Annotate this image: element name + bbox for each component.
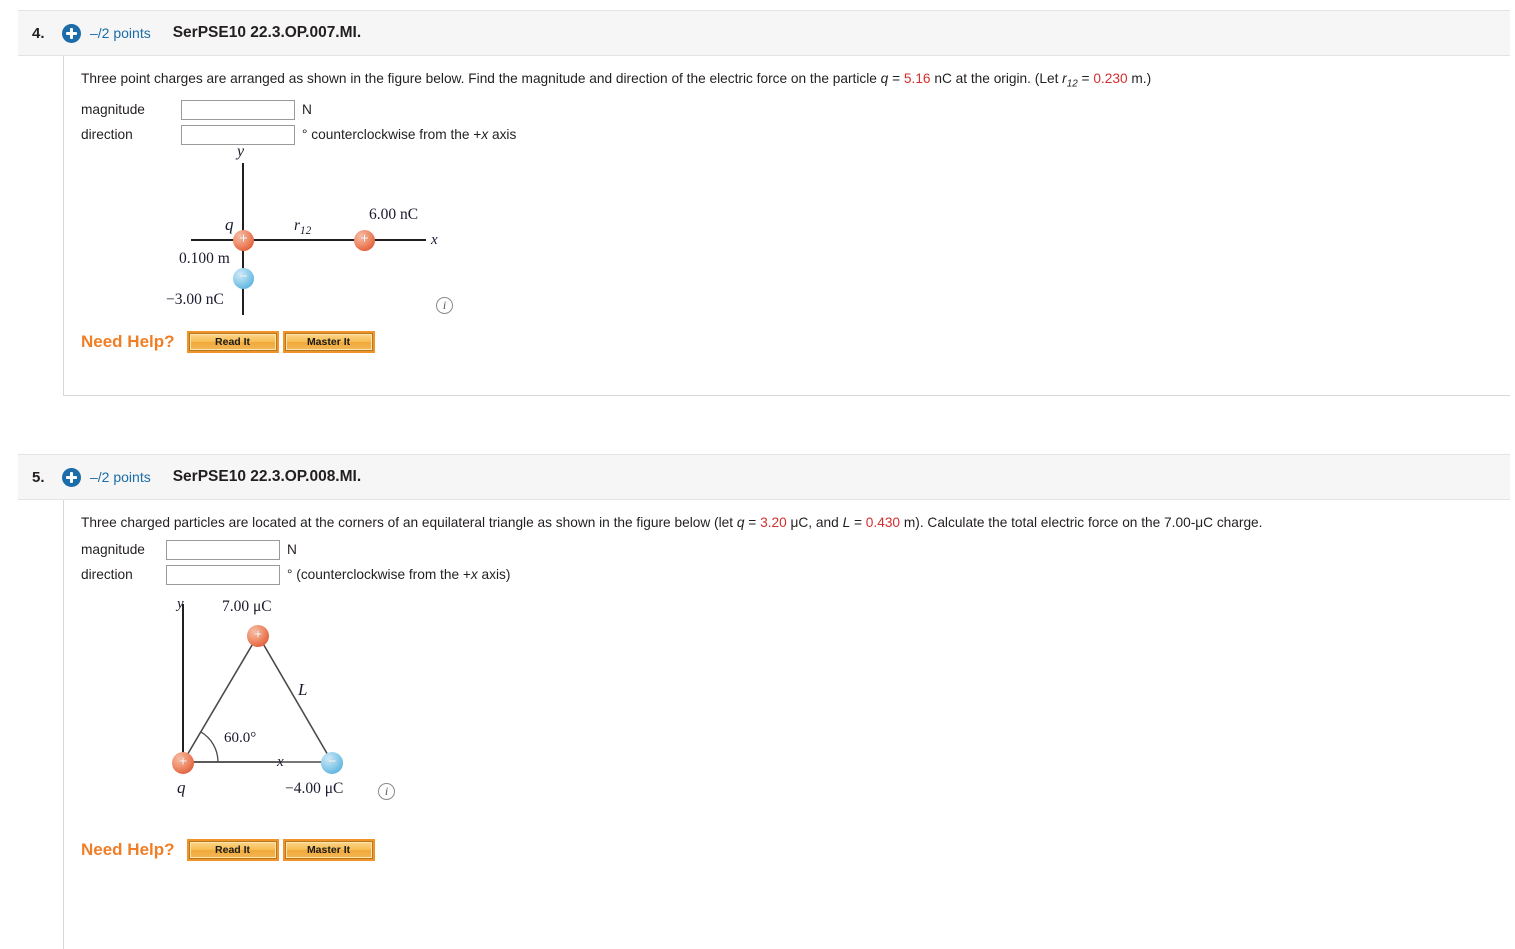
problem-5-need-help: Need Help? Read It Master It (81, 838, 1510, 861)
direction-row: direction ° (counterclockwise from the +… (81, 564, 1510, 585)
prompt-text-part1: Three point charges are arranged as show… (81, 71, 881, 86)
problem-5-answer-rows: magnitude N direction ° (counterclockwis… (81, 539, 1510, 585)
master-it-button[interactable]: Master It (282, 838, 375, 861)
bottom-left-charge-label: q (177, 777, 186, 797)
bottom-left-charge-sign: + (178, 753, 188, 770)
prompt-q-value: 5.16 (903, 71, 931, 86)
problem-4-prompt: Three point charges are arranged as show… (81, 70, 1510, 92)
direction-label: direction (81, 567, 133, 583)
info-icon[interactable]: i (378, 782, 395, 800)
bottom-left-charge: + (172, 751, 194, 774)
problem-5-points: –/2 points (90, 469, 151, 485)
x-axis-label: x (431, 231, 438, 248)
problem-4-figure: y x q 6.00 nC −3.00 nC 0.100 m r12 + + −… (81, 143, 1510, 330)
bottom-right-charge: − (321, 751, 343, 774)
prompt-L-value: 0.430 (865, 515, 901, 530)
below-charge: − (233, 267, 254, 289)
prompt-eq1: = (888, 71, 904, 86)
magnitude-input[interactable] (166, 539, 280, 560)
top-charge-label: 7.00 μC (222, 597, 272, 615)
prompt-var-r-sub: 12 (1066, 78, 1078, 90)
problem-5-header: 5. –/2 points SerPSE10 22.3.OP.008.MI. (18, 454, 1510, 500)
prompt-r-value: 0.230 (1093, 71, 1128, 86)
x-axis-label: x (277, 753, 284, 770)
magnitude-unit: N (302, 102, 312, 118)
problem-5-figure: y x 7.00 μC q −4.00 μC L 60.0° + + − i (81, 590, 1510, 840)
problem-5: 5. –/2 points SerPSE10 22.3.OP.008.MI. T… (18, 454, 1510, 949)
problem-4: 4. –/2 points SerPSE10 22.3.OP.007.MI. T… (18, 10, 1510, 396)
prompt-eq2: = (1077, 71, 1094, 86)
magnitude-row: magnitude N (81, 99, 1510, 120)
triangle-right-side (257, 634, 333, 763)
problem-5-code: SerPSE10 22.3.OP.008.MI. (172, 468, 362, 485)
info-icon[interactable]: i (436, 296, 453, 314)
problem-5-number: 5. (32, 468, 45, 486)
magnitude-label: magnitude (81, 102, 145, 118)
prompt-text-part2: nC at the origin. (Let (930, 71, 1063, 86)
problem-5-prompt: Three charged particles are located at t… (81, 514, 1510, 532)
problem-4-number: 4. (32, 24, 45, 42)
direction-input[interactable] (181, 124, 295, 145)
direction-unit: ° counterclockwise from the +x axis (302, 127, 517, 143)
magnitude-label: magnitude (81, 542, 145, 558)
bottom-right-charge-label: −4.00 μC (285, 779, 344, 797)
magnitude-unit: N (287, 542, 297, 558)
read-it-button[interactable]: Read It (186, 838, 279, 861)
need-help-label: Need Help? (81, 331, 175, 351)
below-charge-sign: − (239, 269, 248, 286)
prompt-text-part3: m.) (1127, 71, 1152, 86)
plus-circle-icon[interactable] (62, 467, 81, 487)
problem-4-code: SerPSE10 22.3.OP.007.MI. (172, 24, 362, 41)
side-length-label: L (298, 679, 308, 699)
problem-5-body: Three charged particles are located at t… (63, 500, 1510, 949)
bottom-right-charge-sign: − (327, 753, 337, 770)
prompt-eq1: = (744, 515, 761, 530)
problem-4-header: 4. –/2 points SerPSE10 22.3.OP.007.MI. (18, 10, 1510, 56)
prompt-q-value: 3.20 (760, 515, 787, 530)
y-axis-label: y (237, 142, 245, 160)
origin-charge-sign: + (239, 231, 248, 248)
top-charge-sign: + (253, 626, 263, 643)
prompt-eq2: = (850, 515, 866, 530)
origin-charge-label: q (225, 214, 234, 234)
top-charge: + (247, 624, 269, 647)
problem-4-body: Three point charges are arranged as show… (63, 56, 1510, 396)
angle-label: 60.0° (224, 729, 257, 746)
problem-4-points: –/2 points (90, 25, 151, 41)
distance-label: 0.100 m (179, 249, 230, 267)
read-it-button[interactable]: Read It (186, 330, 279, 353)
y-axis-label: y (177, 595, 184, 612)
prompt-text-part3: m). Calculate the total electric force o… (900, 515, 1263, 530)
problem-4-need-help: Need Help? Read It Master It (81, 330, 1510, 353)
master-it-button[interactable]: Master It (282, 330, 375, 353)
below-charge-label: −3.00 nC (166, 290, 224, 308)
direction-input[interactable] (166, 564, 280, 585)
magnitude-row: magnitude N (81, 539, 1510, 560)
prompt-text-part1: Three charged particles are located at t… (81, 515, 737, 530)
right-charge-sign: + (360, 231, 369, 248)
separation-label-sub: 12 (300, 224, 312, 237)
angle-arc (200, 730, 219, 762)
direction-row: direction ° counterclockwise from the +x… (81, 124, 1510, 145)
prompt-text-part2: μC, and (786, 515, 843, 530)
direction-label: direction (81, 127, 133, 143)
right-charge-label: 6.00 nC (369, 205, 419, 223)
plus-circle-icon[interactable] (62, 23, 81, 43)
problem-4-answer-rows: magnitude N direction ° counterclockwise… (81, 99, 1510, 145)
origin-charge: + (233, 229, 254, 251)
right-charge: + (354, 229, 375, 251)
need-help-label: Need Help? (81, 839, 175, 859)
x-axis-line (191, 238, 426, 241)
separation-label: r12 (294, 217, 311, 237)
direction-unit: ° (counterclockwise from the +x axis) (287, 567, 511, 583)
magnitude-input[interactable] (181, 99, 295, 120)
